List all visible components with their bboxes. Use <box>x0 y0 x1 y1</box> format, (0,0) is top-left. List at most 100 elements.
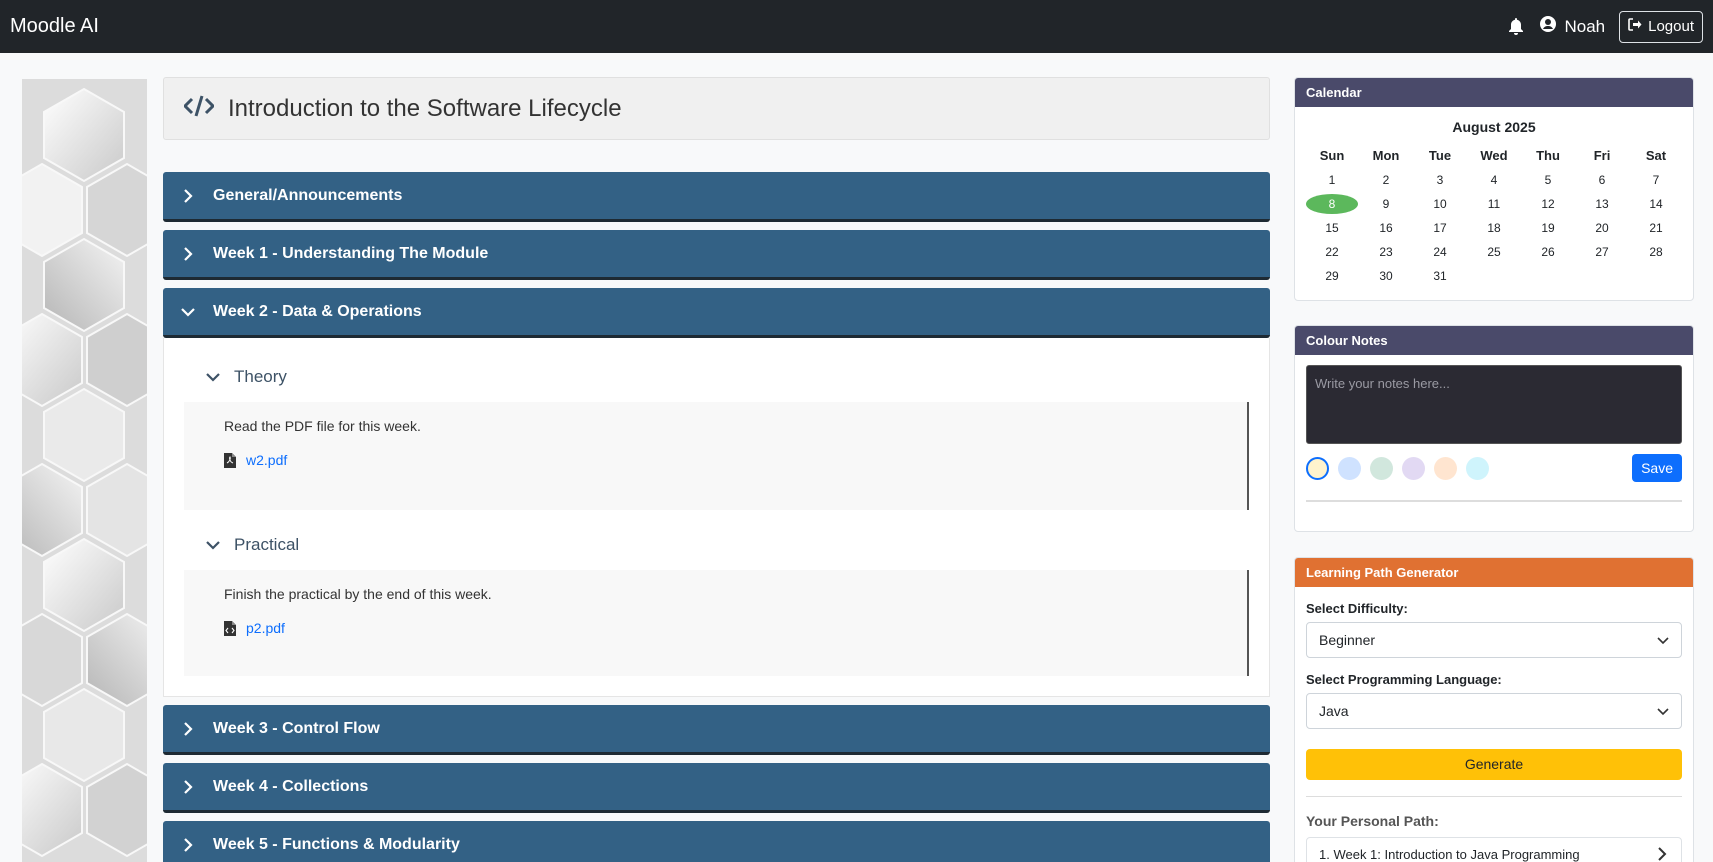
calendar-day[interactable]: 17 <box>1413 216 1467 240</box>
calendar-day[interactable]: 8 <box>1305 192 1359 216</box>
calendar-weekday: Mon <box>1372 148 1400 163</box>
difficulty-value: Beginner <box>1319 632 1376 648</box>
course-sections: General/Announcements Week 1 - Understan… <box>163 172 1270 862</box>
file-name: p2.pdf <box>246 620 285 636</box>
calendar-day[interactable]: 14 <box>1629 192 1683 216</box>
personal-path-label: Your Personal Path: <box>1306 813 1439 829</box>
calendar-day[interactable]: 7 <box>1629 168 1683 192</box>
swatch-cyan[interactable] <box>1466 456 1489 480</box>
file-name: w2.pdf <box>246 452 288 468</box>
calendar-weekday: Sat <box>1645 148 1667 163</box>
swatch-orange[interactable] <box>1434 456 1457 480</box>
subsection-text: Finish the practical by the end of this … <box>224 586 492 602</box>
section-week-3[interactable]: Week 3 - Control Flow <box>163 705 1270 755</box>
calendar-day[interactable]: 5 <box>1521 168 1575 192</box>
section-label: Week 4 - Collections <box>213 777 369 795</box>
section-label: Week 2 - Data & Operations <box>213 302 422 320</box>
file-link-p2[interactable]: p2.pdf <box>224 620 1207 636</box>
save-button[interactable]: Save <box>1632 454 1682 482</box>
hexagon-pattern-image <box>22 79 147 862</box>
path-item[interactable]: 1. Week 1: Introduction to Java Programm… <box>1306 837 1682 862</box>
learning-path-header: Learning Path Generator <box>1295 558 1693 587</box>
calendar-day[interactable]: 10 <box>1413 192 1467 216</box>
user-menu[interactable]: Noah <box>1540 16 1605 37</box>
calendar-grid: Sun Mon Tue Wed Thu Fri Sat 1 2 3 4 5 6 7 8 9 10 11 12 13 14… <box>1305 144 1683 288</box>
calendar-day[interactable]: 20 <box>1575 216 1629 240</box>
course-header: Introduction to the Software Lifecycle <box>163 77 1270 140</box>
subsection-practical-toggle[interactable]: Practical <box>184 530 1249 560</box>
calendar-day[interactable]: 19 <box>1521 216 1575 240</box>
calendar-day[interactable]: 6 <box>1575 168 1629 192</box>
path-item-label: 1. Week 1: Introduction to Java Programm… <box>1319 846 1580 862</box>
swatch-purple[interactable] <box>1402 456 1425 480</box>
calendar-day[interactable]: 21 <box>1629 216 1683 240</box>
top-navbar: Moodle AI Noah Logout <box>0 0 1713 53</box>
brand-logo[interactable]: Moodle AI <box>10 15 99 38</box>
pdf-file-icon <box>224 452 236 468</box>
subsection-heading: Theory <box>234 367 287 386</box>
generate-button[interactable]: Generate <box>1306 749 1682 780</box>
chevron-down-icon <box>1657 634 1669 646</box>
code-icon <box>182 95 216 122</box>
calendar-day[interactable]: 9 <box>1359 192 1413 216</box>
section-general[interactable]: General/Announcements <box>163 172 1270 222</box>
learning-path-divider <box>1306 796 1682 797</box>
calendar-day[interactable]: 12 <box>1521 192 1575 216</box>
section-week-2[interactable]: Week 2 - Data & Operations <box>163 288 1270 338</box>
calendar-weekday: Thu <box>1536 148 1560 163</box>
calendar-day[interactable]: 15 <box>1305 216 1359 240</box>
calendar-day[interactable]: 24 <box>1413 240 1467 264</box>
calendar-day[interactable]: 27 <box>1575 240 1629 264</box>
calendar-day[interactable]: 2 <box>1359 168 1413 192</box>
sign-out-icon <box>1628 18 1642 35</box>
user-name: Noah <box>1564 16 1606 36</box>
colour-notes-card: Colour Notes Write your notes here... Sa… <box>1294 325 1694 532</box>
colour-swatches: Save <box>1306 454 1682 482</box>
section-label: Week 5 - Functions & Modularity <box>213 835 460 853</box>
calendar-day[interactable]: 29 <box>1305 264 1359 288</box>
swatch-blue[interactable] <box>1338 456 1361 480</box>
swatch-green[interactable] <box>1370 456 1393 480</box>
calendar-day[interactable]: 28 <box>1629 240 1683 264</box>
difficulty-select[interactable]: Beginner <box>1306 622 1682 658</box>
chevron-down-icon <box>206 370 220 384</box>
swatch-yellow[interactable] <box>1306 456 1329 480</box>
notes-header: Colour Notes <box>1295 326 1693 355</box>
calendar-day[interactable]: 18 <box>1467 216 1521 240</box>
calendar-weekday: Wed <box>1480 148 1508 163</box>
calendar-day[interactable]: 13 <box>1575 192 1629 216</box>
calendar-today[interactable]: 8 <box>1306 194 1358 214</box>
language-select[interactable]: Java <box>1306 693 1682 729</box>
calendar-day[interactable]: 25 <box>1467 240 1521 264</box>
chevron-down-icon <box>206 538 220 552</box>
calendar-day[interactable]: 22 <box>1305 240 1359 264</box>
calendar-day[interactable]: 31 <box>1413 264 1467 288</box>
section-week-4[interactable]: Week 4 - Collections <box>163 763 1270 813</box>
calendar-day[interactable]: 26 <box>1521 240 1575 264</box>
subsection-practical-body: Finish the practical by the end of this … <box>184 570 1249 676</box>
calendar-day[interactable]: 16 <box>1359 216 1413 240</box>
logout-button[interactable]: Logout <box>1619 10 1703 43</box>
calendar-card: Calendar August 2025 Sun Mon Tue Wed Thu Fri S… <box>1294 77 1694 301</box>
calendar-header: Calendar <box>1295 78 1693 107</box>
calendar-day[interactable]: 3 <box>1413 168 1467 192</box>
notes-divider <box>1306 500 1682 502</box>
section-week-5[interactable]: Week 5 - Functions & Modularity <box>163 821 1270 862</box>
notes-textarea[interactable]: Write your notes here... <box>1306 365 1682 444</box>
file-link-w2[interactable]: w2.pdf <box>224 452 1207 468</box>
chevron-right-icon <box>181 837 195 852</box>
subsection-text: Read the PDF file for this week. <box>224 418 421 434</box>
chevron-right-icon <box>1655 847 1669 861</box>
calendar-day[interactable]: 4 <box>1467 168 1521 192</box>
calendar-day[interactable]: 23 <box>1359 240 1413 264</box>
calendar-day[interactable]: 1 <box>1305 168 1359 192</box>
calendar-day[interactable]: 11 <box>1467 192 1521 216</box>
section-label: General/Announcements <box>213 186 403 204</box>
section-week-1[interactable]: Week 1 - Understanding The Module <box>163 230 1270 280</box>
calendar-day[interactable]: 30 <box>1359 264 1413 288</box>
calendar-weekday: Fri <box>1593 148 1611 163</box>
subsection-theory-toggle[interactable]: Theory <box>184 362 1249 392</box>
chevron-right-icon <box>181 779 195 794</box>
bell-icon[interactable] <box>1508 17 1526 36</box>
calendar-weekday: Tue <box>1428 148 1452 163</box>
